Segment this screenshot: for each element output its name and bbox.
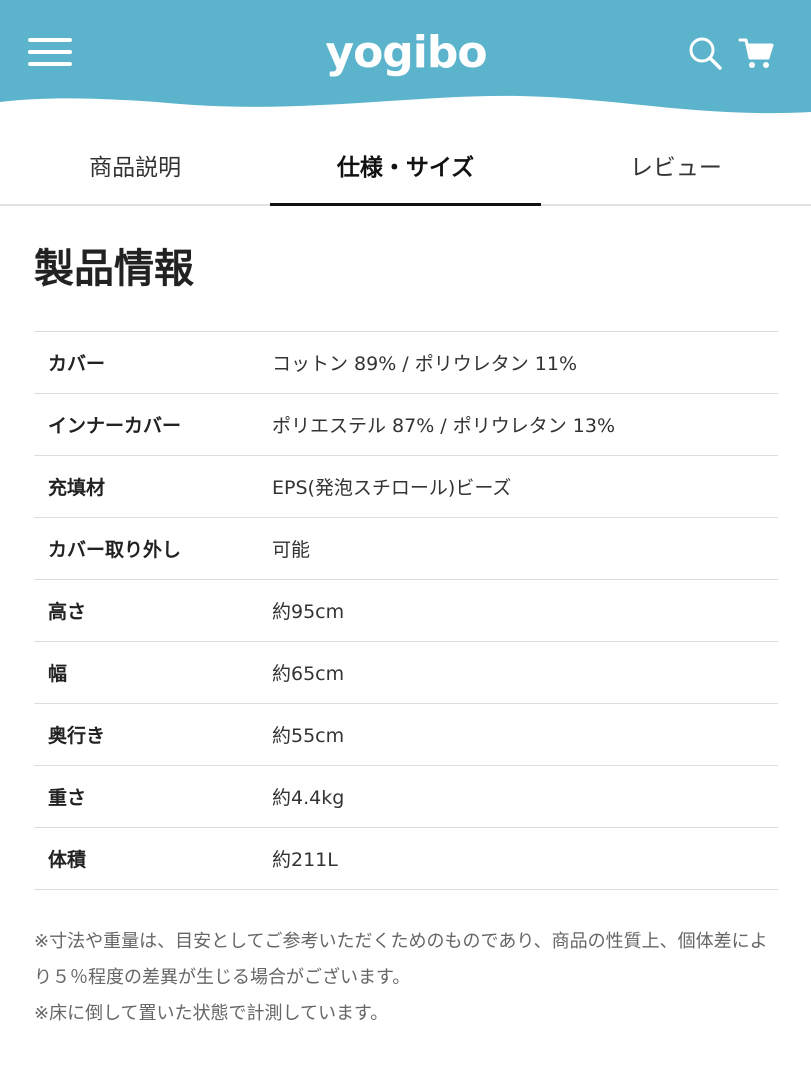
table-row: 幅 約65cm xyxy=(34,642,778,704)
cart-button[interactable] xyxy=(738,34,776,72)
spec-value: EPS(発泡スチロール)ビーズ xyxy=(272,477,512,499)
table-row: 体積 約211L xyxy=(34,828,778,890)
spec-label: 高さ xyxy=(48,601,87,623)
notes: ※寸法や重量は、目安としてご参考いただくためのものであり、商品の性質上、個体差に… xyxy=(34,924,782,1032)
spec-label: カバー xyxy=(48,353,106,375)
note-text: ※寸法や重量は、目安としてご参考いただくためのものであり、商品の性質上、個体差に… xyxy=(34,931,768,988)
tab-reviews[interactable]: レビュー xyxy=(541,126,811,204)
note-text: ※床に倒して置いた状態で計測しています。 xyxy=(34,1003,389,1024)
spec-label: 幅 xyxy=(48,663,68,685)
yogibo-logo[interactable]: yogibo xyxy=(325,22,487,82)
spec-value: 約95cm xyxy=(272,601,345,623)
hamburger-menu-button[interactable] xyxy=(28,38,74,68)
table-row: 奥行き 約55cm xyxy=(34,704,778,766)
spec-label: 奥行き xyxy=(48,725,106,747)
section-title: 製品情報 xyxy=(34,246,194,292)
table-row: インナーカバー ポリエステル 87% / ポリウレタン 13% xyxy=(34,394,778,456)
table-row: 充填材 EPS(発泡スチロール)ビーズ xyxy=(34,456,778,518)
table-row: カバー コットン 89% / ポリウレタン 11% xyxy=(34,332,778,394)
search-button[interactable] xyxy=(686,34,724,72)
spec-label: インナーカバー xyxy=(48,415,182,437)
hamburger-icon-bar xyxy=(28,50,72,54)
spec-value: 約55cm xyxy=(272,725,345,747)
spec-value: 約4.4kg xyxy=(272,787,345,809)
cart-icon xyxy=(738,38,774,68)
spec-table: カバー コットン 89% / ポリウレタン 11% インナーカバー ポリエステル… xyxy=(34,331,778,890)
spec-label: 重さ xyxy=(48,787,87,809)
spec-value: 約65cm xyxy=(272,663,345,685)
spec-label: 充填材 xyxy=(48,477,106,499)
spec-value: コットン 89% / ポリウレタン 11% xyxy=(272,353,578,375)
tab-label: レビュー xyxy=(629,155,722,181)
spec-value: 可能 xyxy=(272,539,311,561)
site-header: yogibo xyxy=(0,0,811,118)
table-row: 重さ 約4.4kg xyxy=(34,766,778,828)
tab-specs-size[interactable]: 仕様・サイズ xyxy=(270,126,541,206)
spec-value: ポリエステル 87% / ポリウレタン 13% xyxy=(272,415,616,437)
tab-label: 仕様・サイズ xyxy=(336,155,475,181)
spec-label: カバー取り外し xyxy=(48,539,182,561)
tab-product-description[interactable]: 商品説明 xyxy=(0,126,270,204)
logo-text: yogibo xyxy=(325,26,487,78)
table-row: カバー取り外し 可能 xyxy=(34,518,778,580)
hamburger-icon-bar xyxy=(28,62,72,66)
spec-value: 約211L xyxy=(272,849,338,871)
search-icon xyxy=(689,37,722,70)
tab-label: 商品説明 xyxy=(89,155,182,181)
hamburger-icon xyxy=(28,38,72,42)
product-tabs: 商品説明 仕様・サイズ レビュー xyxy=(0,126,811,206)
table-row: 高さ 約95cm xyxy=(34,580,778,642)
spec-label: 体積 xyxy=(48,849,87,871)
